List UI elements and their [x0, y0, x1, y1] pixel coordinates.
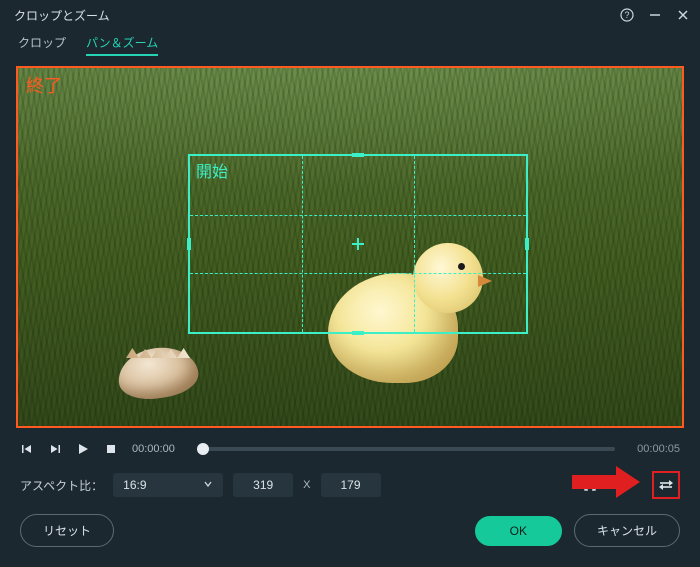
next-frame-icon[interactable] — [48, 442, 62, 456]
aspect-ratio-label: アスペクト比： — [20, 477, 103, 494]
aspect-ratio-row: アスペクト比： 16:9 319 X 179 — [0, 464, 700, 500]
tab-pan-zoom[interactable]: パン＆ズーム — [86, 34, 158, 56]
resize-handle-bottom[interactable] — [352, 331, 364, 335]
transport-bar: 00:00:00 00:00:05 — [0, 434, 700, 464]
tabs: クロップ パン＆ズーム — [0, 30, 700, 56]
reset-button[interactable]: リセット — [20, 514, 114, 547]
tab-crop[interactable]: クロップ — [18, 34, 66, 56]
timeline-slider[interactable] — [197, 447, 615, 451]
start-frame-region[interactable]: 開始 — [188, 154, 528, 334]
start-region-label: 開始 — [196, 158, 228, 182]
guide-line — [302, 156, 303, 332]
stop-icon[interactable] — [104, 442, 118, 456]
titlebar: クロップとズーム ? — [0, 0, 700, 30]
preview-area: 終了 開始 — [0, 56, 700, 434]
ok-button[interactable]: OK — [475, 516, 562, 546]
dimension-separator: X — [303, 479, 310, 491]
svg-text:?: ? — [624, 10, 629, 20]
aspect-ratio-select[interactable]: 16:9 — [113, 473, 223, 497]
close-icon[interactable] — [676, 8, 690, 22]
window-controls: ? — [620, 8, 690, 22]
footer: リセット OK キャンセル — [0, 500, 700, 561]
aspect-ratio-value: 16:9 — [123, 478, 146, 492]
end-frame-region[interactable]: 終了 開始 — [16, 66, 684, 428]
current-time: 00:00:00 — [132, 443, 175, 455]
resize-handle-top[interactable] — [352, 153, 364, 157]
center-marker-icon — [352, 238, 364, 250]
play-icon[interactable] — [76, 442, 90, 456]
minimize-icon[interactable] — [648, 8, 662, 22]
fit-center-icon — [581, 476, 599, 494]
playhead-handle[interactable] — [197, 443, 209, 455]
resize-handle-left[interactable] — [187, 238, 191, 250]
chevron-down-icon — [203, 478, 213, 492]
swap-start-end-button[interactable] — [652, 471, 680, 499]
fit-center-button[interactable] — [578, 473, 602, 497]
help-icon[interactable]: ? — [620, 8, 634, 22]
prev-frame-icon[interactable] — [20, 442, 34, 456]
guide-line — [190, 215, 526, 216]
preview-eggshell — [118, 328, 208, 398]
window-title: クロップとズーム — [14, 7, 110, 24]
cancel-button[interactable]: キャンセル — [574, 514, 680, 547]
guide-line — [414, 156, 415, 332]
total-time: 00:00:05 — [637, 443, 680, 455]
swap-icon — [657, 476, 675, 494]
resize-handle-right[interactable] — [525, 238, 529, 250]
width-input[interactable]: 319 — [233, 473, 293, 497]
end-region-label: 終了 — [26, 72, 62, 98]
height-input[interactable]: 179 — [321, 473, 381, 497]
guide-line — [190, 273, 526, 274]
